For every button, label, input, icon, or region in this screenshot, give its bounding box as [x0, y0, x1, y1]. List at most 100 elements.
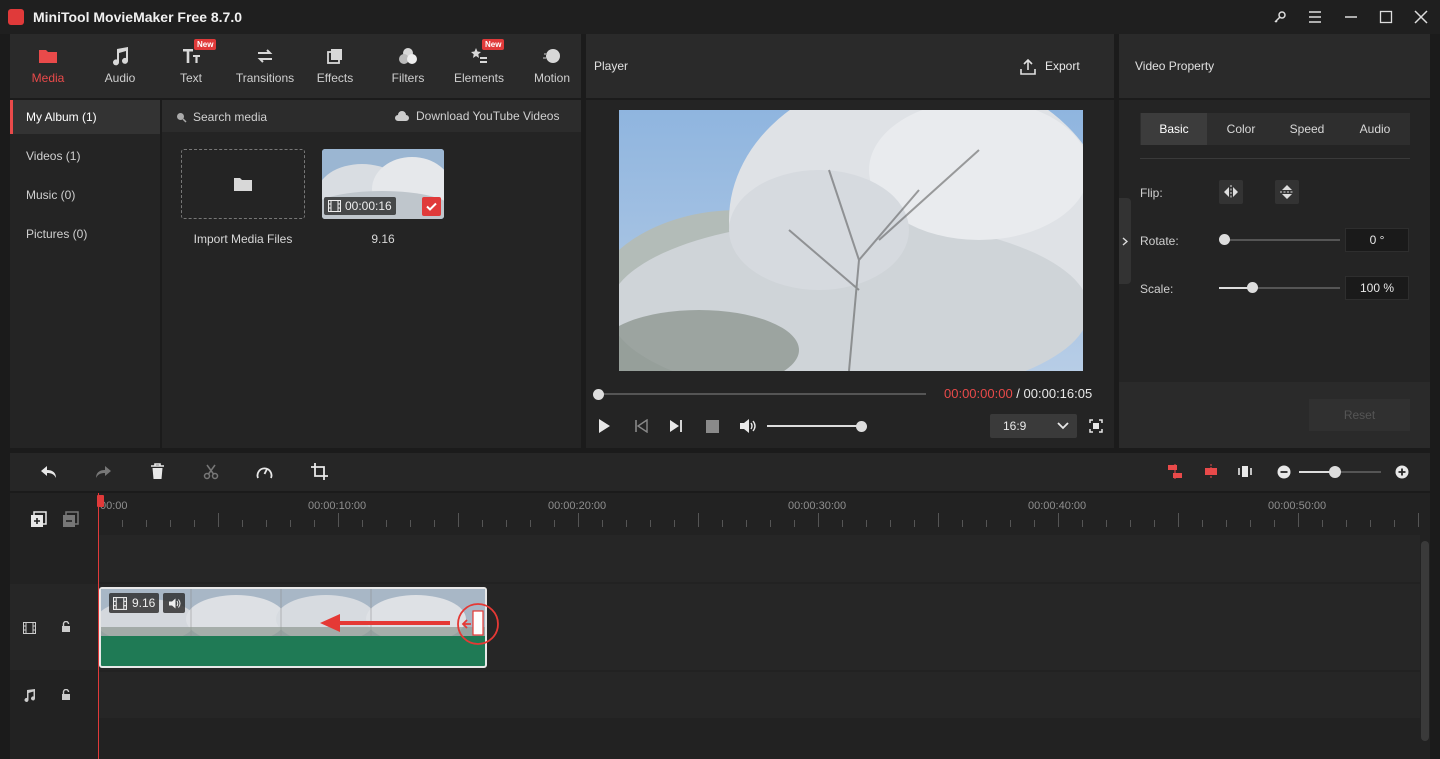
previous-frame-icon[interactable] — [634, 418, 648, 436]
playhead-handle[interactable] — [97, 495, 104, 507]
zoom-in-icon[interactable] — [1395, 465, 1409, 482]
video-preview — [619, 110, 1083, 371]
ruler-tick — [890, 520, 891, 527]
tool-label: Media — [31, 71, 65, 85]
rotate-value-field[interactable]: 0 ° — [1345, 228, 1409, 252]
tool-transitions[interactable]: Transitions — [232, 34, 298, 98]
add-track-icon[interactable] — [30, 511, 47, 531]
lock-icon[interactable] — [61, 688, 71, 704]
playhead-line[interactable] — [98, 493, 99, 759]
scissors-icon[interactable] — [203, 464, 219, 483]
tab-color[interactable]: Color — [1208, 113, 1274, 145]
tab-speed[interactable]: Speed — [1274, 113, 1340, 145]
delete-icon[interactable] — [150, 463, 165, 483]
download-youtube-label: Download YouTube Videos — [416, 109, 560, 123]
time-separator: / — [1012, 386, 1024, 401]
ruler-tick — [602, 520, 603, 527]
ruler-label: 00:00:20:00 — [548, 500, 607, 512]
ruler-label: 00:00 — [100, 500, 128, 512]
ruler-tick — [770, 520, 771, 527]
crop-icon[interactable] — [311, 463, 328, 483]
aspect-ratio-select[interactable]: 16:9 — [990, 414, 1077, 438]
fullscreen-icon[interactable] — [1089, 419, 1103, 436]
tool-filters[interactable]: Filters — [388, 34, 428, 98]
tool-motion[interactable]: Motion — [530, 34, 574, 98]
tab-basic[interactable]: Basic — [1141, 113, 1207, 145]
reset-button[interactable]: Reset — [1309, 399, 1410, 431]
undo-icon[interactable] — [40, 464, 58, 483]
key-icon[interactable] — [1269, 6, 1291, 28]
volume-icon[interactable] — [739, 418, 757, 437]
play-icon[interactable] — [597, 418, 611, 437]
ruler-tick — [506, 520, 507, 527]
checkmark-icon[interactable] — [422, 197, 441, 216]
ruler-tick — [386, 520, 387, 527]
close-icon[interactable] — [1410, 6, 1432, 28]
ruler-tick — [1178, 513, 1179, 527]
app-logo-icon — [8, 9, 24, 25]
ruler-tick — [722, 520, 723, 527]
lock-icon[interactable] — [61, 620, 71, 636]
import-media-button[interactable] — [181, 149, 305, 219]
tool-elements[interactable]: Elements New — [450, 34, 508, 98]
media-clip-thumbnail[interactable]: 00:00:16 — [322, 149, 444, 219]
ruler-tick — [1250, 520, 1251, 527]
zoom-out-icon[interactable] — [1277, 465, 1291, 482]
ruler-tick — [1394, 520, 1395, 527]
flip-vertical-icon[interactable] — [1275, 180, 1299, 204]
tab-audio[interactable]: Audio — [1342, 113, 1408, 145]
redo-icon[interactable] — [94, 464, 112, 483]
fit-timeline-icon[interactable] — [1203, 464, 1219, 482]
tool-effects[interactable]: Effects — [313, 34, 357, 98]
ruler-tick — [242, 520, 243, 527]
split-audio-icon[interactable] — [1167, 464, 1183, 482]
timeline-scrollbar[interactable] — [1421, 541, 1429, 741]
ruler-tick — [1346, 520, 1347, 527]
ruler-label: 00:00:40:00 — [1028, 500, 1087, 512]
stop-icon[interactable] — [706, 420, 719, 433]
volume-slider-knob[interactable] — [856, 421, 867, 432]
tool-media[interactable]: Media — [28, 34, 68, 98]
search-media-input[interactable]: Search media — [176, 108, 376, 126]
menu-icon[interactable] — [1304, 6, 1326, 28]
cloud-download-icon — [395, 110, 409, 121]
download-youtube-button[interactable]: Download YouTube Videos — [394, 107, 574, 125]
speed-icon[interactable] — [256, 464, 273, 483]
ruler-tick — [1226, 520, 1227, 527]
sidebar-item-pictures[interactable]: Pictures (0) — [10, 217, 160, 251]
tool-audio[interactable]: Audio — [100, 34, 140, 98]
playback-progress-track[interactable] — [599, 393, 926, 395]
volume-slider-track[interactable] — [767, 425, 860, 427]
sidebar-item-my-album[interactable]: My Album (1) — [10, 100, 160, 134]
flip-horizontal-icon[interactable] — [1219, 180, 1243, 204]
current-time: 00:00:00:00 — [944, 386, 1013, 401]
playback-progress-knob[interactable] — [593, 389, 604, 400]
scale-slider-knob[interactable] — [1247, 282, 1258, 293]
collapse-panel-handle[interactable] — [1119, 198, 1131, 284]
sidebar-item-music[interactable]: Music (0) — [10, 178, 160, 212]
scale-value-field[interactable]: 100 % — [1345, 276, 1409, 300]
next-frame-icon[interactable] — [669, 419, 683, 436]
rotate-slider-knob[interactable] — [1219, 234, 1230, 245]
clip-duration: 00:00:16 — [345, 199, 392, 213]
remove-track-icon[interactable] — [62, 511, 79, 531]
new-badge: New — [194, 39, 217, 50]
import-media-label: Import Media Files — [193, 232, 293, 246]
music-note-icon — [113, 47, 129, 66]
snap-icon[interactable] — [1238, 464, 1252, 482]
app-title: MiniTool MovieMaker Free 8.7.0 — [33, 9, 243, 25]
clip-volume-icon[interactable] — [163, 593, 185, 613]
minimize-icon[interactable] — [1340, 6, 1362, 28]
timeline-ruler[interactable]: 00:00 00:00:10:00 00:00:20:00 00:00:30:0… — [98, 493, 1420, 531]
sidebar-item-videos[interactable]: Videos (1) — [10, 139, 160, 173]
film-icon — [328, 200, 341, 212]
tool-text[interactable]: Text New — [171, 34, 217, 98]
player-title: Player — [594, 59, 629, 73]
ruler-tick — [842, 520, 843, 527]
zoom-slider-knob[interactable] — [1329, 466, 1341, 478]
export-button[interactable]: Export — [1019, 57, 1080, 75]
ruler-tick — [146, 520, 147, 527]
rotate-slider-track[interactable] — [1224, 239, 1340, 241]
ruler-tick — [458, 513, 459, 527]
maximize-icon[interactable] — [1375, 6, 1397, 28]
